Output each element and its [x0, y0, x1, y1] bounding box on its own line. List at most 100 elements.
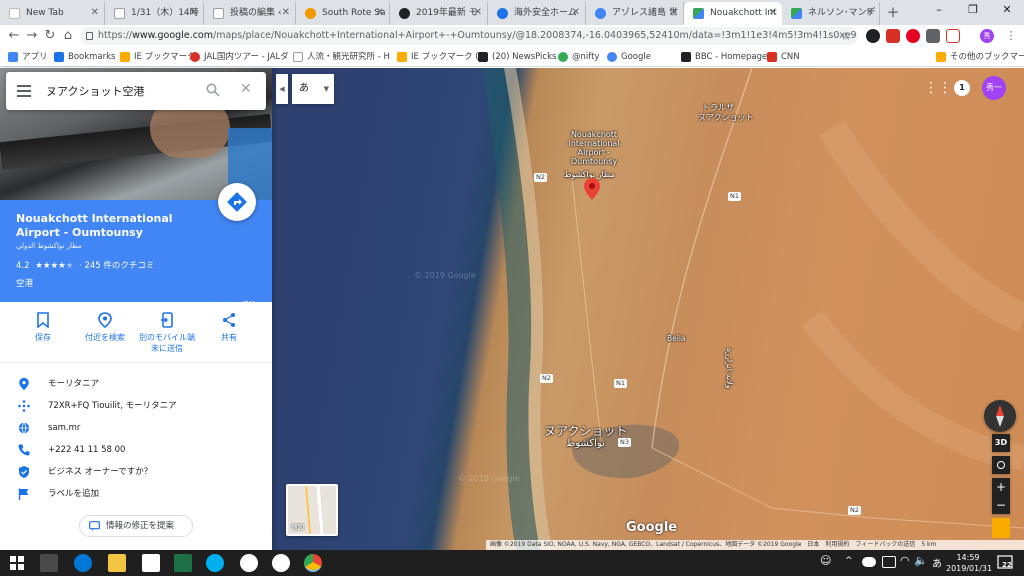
skype-icon[interactable]	[206, 554, 224, 572]
bookmark-item[interactable]: JAL国内ツアー - JALダ	[190, 50, 289, 64]
windows-start-icon[interactable]	[8, 554, 26, 572]
close-window-button[interactable]: ✕	[990, 0, 1024, 22]
onedrive-icon[interactable]	[862, 557, 876, 567]
apps-grid-icon[interactable]: ⋮⋮	[924, 78, 952, 98]
satellite-map[interactable]: ◀ あ ▼ Nouakchott International Airport -…	[272, 68, 1024, 550]
info-website[interactable]: sam.mr	[0, 418, 272, 438]
info-add-label[interactable]: ラベルを追加	[0, 484, 272, 504]
extension-icon[interactable]	[886, 29, 900, 43]
save-button[interactable]: 保存	[12, 312, 74, 343]
menu-icon[interactable]	[17, 85, 31, 97]
forward-button[interactable]: →	[22, 26, 42, 46]
people-icon[interactable]: ☺	[820, 554, 831, 567]
wifi-icon[interactable]: ◠	[900, 554, 910, 567]
compass-control[interactable]	[984, 400, 1016, 432]
rating-row[interactable]: 4.2 ★★★★★ · 245 件のクチコミ	[16, 259, 154, 271]
close-icon[interactable]: ✕	[376, 2, 384, 24]
send-to-phone-button[interactable]: 別のモバイル端末に送信	[136, 312, 198, 354]
back-button[interactable]: ←	[4, 26, 24, 46]
other-bookmarks[interactable]: その他のブックマーク	[936, 50, 1024, 64]
notification-badge[interactable]: 1	[954, 80, 970, 96]
bookmark-item[interactable]: IE ブックマーク	[120, 50, 196, 64]
chrome-icon[interactable]	[304, 554, 322, 572]
tab-item[interactable]: アゾレス諸島 世 ✕	[586, 2, 684, 25]
chevron-up-icon[interactable]: ^	[845, 556, 853, 566]
mail-icon[interactable]	[142, 554, 160, 572]
tab-item[interactable]: 2019年最新 モ ✕	[390, 2, 488, 25]
directions-button[interactable]	[218, 183, 256, 221]
map-attribution[interactable]: 画像 ©2019 Data SIO, NOAA, U.S. Navy, NGA,…	[486, 540, 1024, 550]
bookmark-item[interactable]: Google	[607, 50, 651, 64]
close-icon[interactable]: ✕	[282, 2, 290, 24]
tab-item[interactable]: 海外安全ホーム ✕	[488, 2, 586, 25]
ime-indicator[interactable]: あ	[932, 555, 942, 570]
home-button[interactable]: ⌂	[58, 26, 78, 46]
yahoo-icon[interactable]	[946, 29, 960, 43]
tab-item[interactable]: ネルソン･マンデ ✕	[782, 2, 880, 25]
location-pin-icon[interactable]	[584, 178, 600, 200]
bookmark-item[interactable]: CNN	[767, 50, 800, 64]
directions-label[interactable]: ルート・乗換	[209, 300, 257, 311]
account-avatar[interactable]: 秀一	[982, 76, 1006, 100]
menu-icon[interactable]: ⋮	[1004, 29, 1018, 43]
battery-icon[interactable]	[882, 556, 896, 568]
close-icon[interactable]: ✕	[91, 2, 99, 24]
search-input[interactable]	[46, 82, 196, 100]
nearby-button[interactable]: 付近を検索	[74, 312, 136, 343]
info-plus-code[interactable]: 72XR+FQ Tiouilit, モーリタニア	[0, 396, 272, 416]
close-icon[interactable]: ✕	[866, 2, 874, 24]
tab-item[interactable]: 1/31（木）14時 ✕	[105, 2, 204, 25]
edge-icon[interactable]	[74, 554, 92, 572]
place-category[interactable]: 空港	[16, 277, 33, 289]
action-center-icon[interactable]: 22	[996, 554, 1016, 572]
excel-icon[interactable]	[174, 554, 192, 572]
language-toggle[interactable]: あ ▼	[292, 74, 334, 104]
review-count-link[interactable]: 245 件のクチコミ	[84, 261, 154, 271]
bookmark-item[interactable]: 人流・観光研究所 - H	[293, 50, 390, 64]
map-layer-switcher[interactable]: 地図	[286, 484, 338, 536]
address-bar[interactable]: https://www.google.com/maps/place/Nouakc…	[80, 27, 858, 45]
close-icon[interactable]: ✕	[670, 2, 678, 24]
pinterest-icon[interactable]	[906, 29, 920, 43]
bookmark-apps[interactable]: アプリ	[8, 50, 48, 64]
maximize-button[interactable]: ❐	[956, 0, 990, 22]
bookmark-item[interactable]: BBC - Homepage	[681, 50, 767, 64]
close-icon[interactable]: ✕	[769, 2, 777, 24]
clock[interactable]: 14:59 2019/01/31	[946, 552, 992, 574]
street-view-pegman-icon[interactable]	[992, 518, 1010, 538]
info-address-country[interactable]: モーリタニア	[0, 374, 272, 394]
search-box[interactable]: ✕	[6, 72, 266, 110]
extension-icon[interactable]	[926, 29, 940, 43]
new-tab-button[interactable]: +	[884, 2, 902, 22]
tab-item[interactable]: South Rote Sa ✕	[296, 2, 390, 25]
suggest-edit-button[interactable]: 情報の修正を提案	[79, 515, 193, 537]
info-claim-business[interactable]: ビジネス オーナーですか？	[0, 462, 272, 482]
airport-label[interactable]: Nouakchott International Airport - Oumto…	[564, 130, 624, 166]
city-label[interactable]: ヌアクショット	[544, 422, 627, 439]
minimize-button[interactable]: –	[922, 0, 956, 22]
tilt-3d-button[interactable]: 3D	[992, 434, 1010, 452]
itunes-icon[interactable]	[272, 554, 290, 572]
bookmark-item[interactable]: @nifty	[558, 50, 599, 64]
volume-icon[interactable]: 🔈	[914, 554, 928, 567]
store-icon[interactable]	[40, 554, 58, 572]
bookmark-star-icon[interactable]: ☆	[836, 26, 856, 46]
close-icon[interactable]: ✕	[190, 2, 198, 24]
bookmark-item[interactable]: IE ブックマーク (1)	[397, 50, 487, 64]
reload-button[interactable]: ↻	[40, 26, 60, 46]
collapse-panel-button[interactable]: ◀	[276, 74, 288, 104]
file-explorer-icon[interactable]	[108, 554, 126, 572]
zoom-out-button[interactable]: −	[992, 496, 1010, 514]
share-button[interactable]: 共有	[198, 312, 260, 343]
my-location-button[interactable]	[992, 456, 1010, 474]
clear-icon[interactable]: ✕	[240, 81, 252, 97]
close-icon[interactable]: ✕	[572, 2, 580, 24]
bookmark-item[interactable]: (20) NewsPicks	[478, 50, 556, 64]
info-phone[interactable]: +222 41 11 58 00	[0, 440, 272, 460]
zoom-in-button[interactable]: +	[992, 478, 1010, 496]
tab-new-tab[interactable]: New Tab ✕	[0, 2, 105, 25]
search-icon[interactable]	[206, 83, 220, 97]
tab-active[interactable]: Nouakchott Int ✕	[684, 2, 782, 25]
profile-avatar[interactable]: 秀	[980, 29, 994, 43]
bookmark-item[interactable]: Bookmarks	[54, 50, 116, 64]
